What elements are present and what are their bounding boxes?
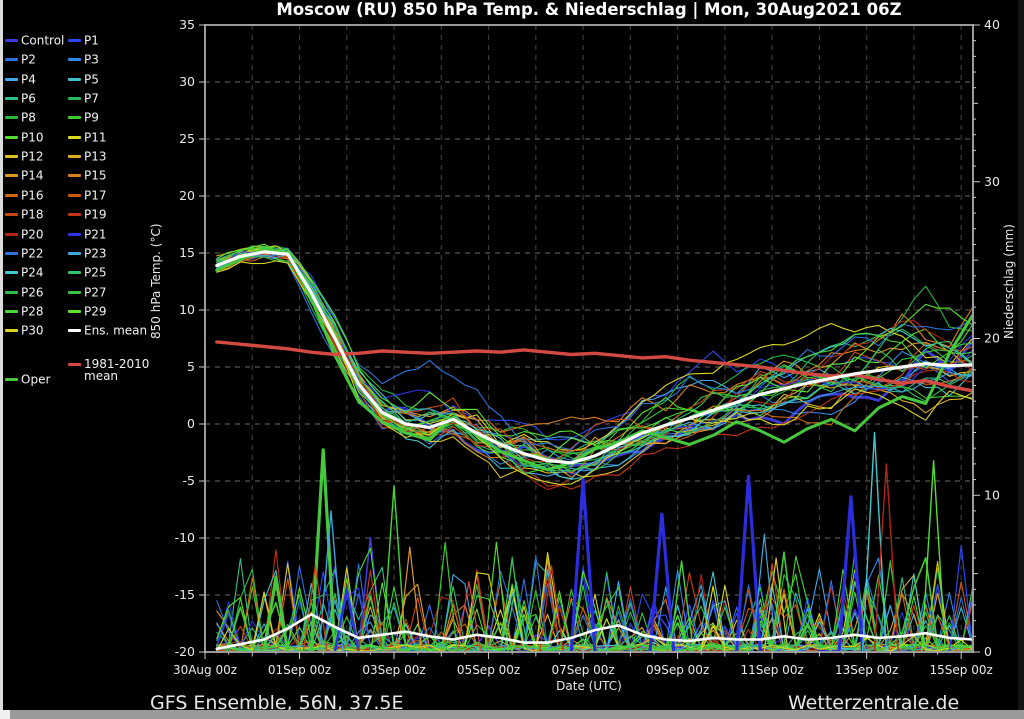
plot-area: 30Aug 00z 01Sep 00z 03Sep 00z 05Sep 00z 07Se…: [0, 0, 1024, 719]
svg-text:0: 0: [984, 644, 992, 659]
ensemble-lines: [217, 244, 973, 651]
footer: GFS Ensemble, 56N, 37.5E Wetterzentrale.…: [0, 692, 1024, 712]
svg-text:05Sep 00z: 05Sep 00z: [457, 663, 520, 677]
svg-text:15Sep 00z: 15Sep 00z: [930, 663, 993, 677]
svg-text:20: 20: [984, 331, 1000, 346]
svg-text:-5: -5: [183, 473, 195, 488]
scrollbar-corner: [0, 710, 10, 719]
svg-text:10: 10: [179, 302, 195, 317]
svg-text:09Sep 00z: 09Sep 00z: [646, 663, 709, 677]
svg-text:20: 20: [179, 188, 195, 203]
svg-text:30: 30: [984, 174, 1000, 189]
svg-text:40: 40: [984, 17, 1000, 32]
svg-text:01Sep 00z: 01Sep 00z: [268, 663, 331, 677]
svg-text:10: 10: [984, 487, 1000, 502]
svg-text:11Sep 00z: 11Sep 00z: [740, 663, 803, 677]
svg-text:13Sep 00z: 13Sep 00z: [835, 663, 898, 677]
svg-text:15: 15: [179, 245, 195, 260]
scrollbar-horizontal[interactable]: [0, 710, 1024, 719]
ensemble-meteogram-page: Moscow (RU) 850 hPa Temp. & Niederschlag…: [0, 0, 1024, 719]
x-axis-title: Date (UTC): [205, 679, 973, 693]
svg-text:30: 30: [179, 74, 195, 89]
svg-text:-20: -20: [175, 644, 195, 659]
svg-text:5: 5: [187, 359, 195, 374]
svg-text:35: 35: [179, 17, 195, 32]
svg-text:0: 0: [187, 416, 195, 431]
svg-text:30Aug 00z: 30Aug 00z: [173, 663, 237, 677]
ensemble-plot-svg: 30Aug 00z 01Sep 00z 03Sep 00z 05Sep 00z 07Se…: [0, 0, 1024, 719]
svg-text:07Sep 00z: 07Sep 00z: [551, 663, 614, 677]
svg-text:-10: -10: [175, 530, 195, 545]
svg-text:25: 25: [179, 131, 195, 146]
svg-text:03Sep 00z: 03Sep 00z: [362, 663, 425, 677]
svg-text:-15: -15: [175, 587, 195, 602]
axes: 30Aug 00z 01Sep 00z 03Sep 00z 05Sep 00z 07Se…: [173, 17, 1000, 677]
